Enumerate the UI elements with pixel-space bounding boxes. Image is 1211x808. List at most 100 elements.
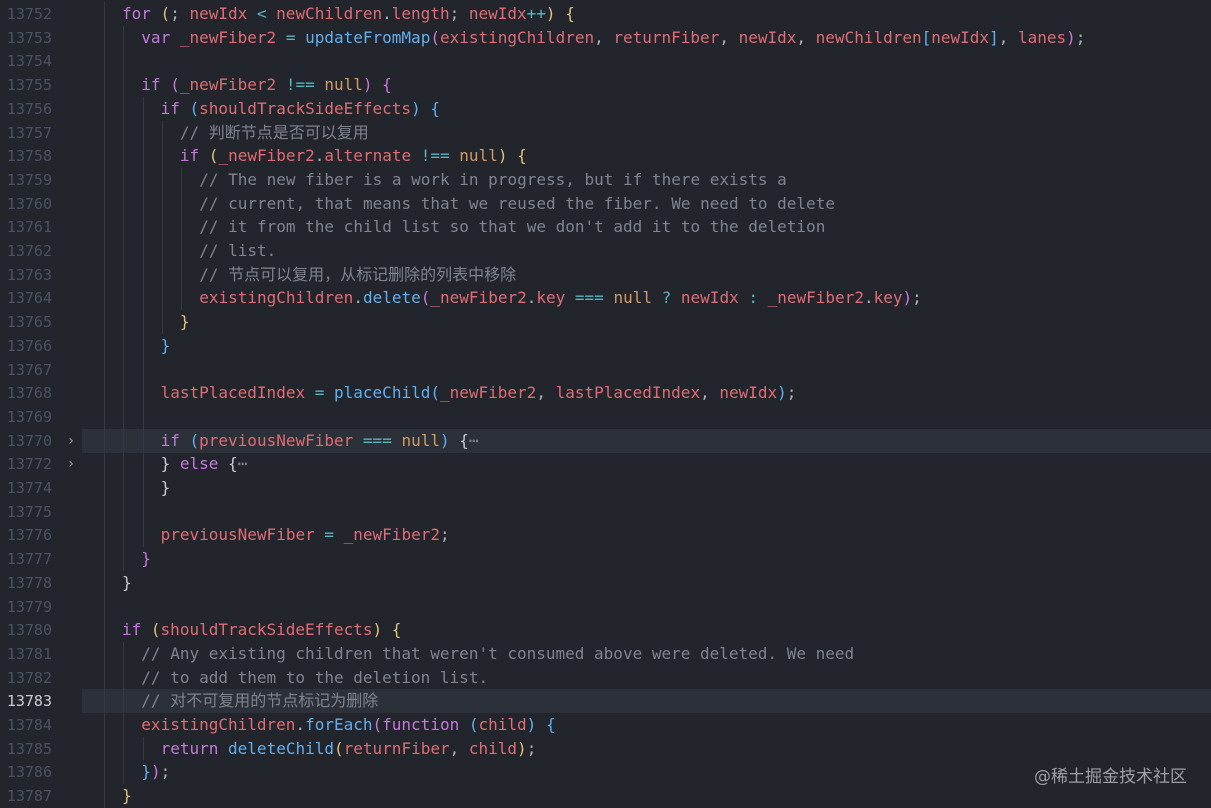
indent-guide bbox=[123, 452, 125, 477]
code-token: for bbox=[122, 4, 151, 23]
code-token: if bbox=[141, 75, 161, 95]
code-line[interactable]: 13755 if (_newFiber2 !== null) { bbox=[0, 73, 1211, 98]
indent-guide bbox=[123, 215, 125, 240]
code-line[interactable]: 13753 var _newFiber2 = updateFromMap(exis… bbox=[0, 25, 1211, 50]
code-line[interactable]: 13779 bbox=[0, 594, 1211, 619]
indent-guide bbox=[104, 689, 105, 714]
code-text: } bbox=[122, 784, 132, 808]
code-line[interactable]: 13787} bbox=[0, 784, 1211, 808]
code-line[interactable]: 13752 for (; newIdx < newChildren.length;… bbox=[0, 2, 1211, 26]
indent-guide bbox=[104, 215, 105, 240]
indent-guide bbox=[104, 191, 105, 216]
code-line[interactable]: 13781 // Any existing children that weren… bbox=[0, 641, 1211, 666]
code-token: ) bbox=[777, 383, 787, 403]
code-line[interactable]: 13759 // The new fiber is a work in progr… bbox=[0, 167, 1211, 192]
line-number: 13774 bbox=[6, 479, 52, 497]
code-line[interactable]: 13769 bbox=[0, 404, 1211, 429]
line-number: 13754 bbox=[6, 52, 52, 71]
line-number: 13763 bbox=[6, 265, 52, 284]
indent-guide bbox=[123, 760, 125, 785]
code-line[interactable]: 13784 existingChildren.forEach(function (… bbox=[0, 713, 1211, 737]
indent-guide bbox=[123, 286, 125, 311]
code-token: null bbox=[459, 146, 498, 166]
indent-guide bbox=[104, 641, 105, 666]
code-line[interactable]: 13764 existingChildren.delete(_newFiber2.… bbox=[0, 286, 1211, 311]
code-token: key bbox=[536, 288, 566, 308]
fold-chevron-icon[interactable]: › bbox=[64, 429, 78, 453]
code-token: } bbox=[160, 454, 171, 474]
fold-chevron-icon[interactable]: › bbox=[64, 452, 78, 476]
code-line[interactable]: 13777} bbox=[0, 547, 1211, 572]
code-token: !== bbox=[285, 75, 315, 95]
code-line[interactable]: 13785 return deleteChild(returnFiber, chi… bbox=[0, 736, 1211, 761]
indent-guide bbox=[161, 215, 163, 240]
code-line[interactable]: 13758 if (_newFiber2.alternate !== null) … bbox=[0, 144, 1211, 169]
code-token: if bbox=[160, 98, 180, 118]
code-line[interactable]: 13786}); bbox=[0, 760, 1211, 785]
code-token: ) bbox=[362, 75, 373, 95]
indent-guide bbox=[142, 428, 144, 453]
code-line[interactable]: 13782 // to add them to the deletion list… bbox=[0, 665, 1211, 690]
code-line[interactable]: 13770 › if (previousNewFiber === null) {⋯ bbox=[0, 428, 1211, 453]
indent-guide bbox=[123, 333, 125, 358]
code-line[interactable]: 13757 // 判断节点是否可以复用 bbox=[0, 120, 1211, 145]
indent-guide bbox=[104, 713, 105, 737]
code-line[interactable]: 13765} bbox=[0, 310, 1211, 335]
code-text: for (; newIdx < newChildren.length; newI… bbox=[122, 2, 575, 26]
code-line[interactable]: 13762 // list. bbox=[0, 239, 1211, 263]
code-token: null bbox=[613, 288, 652, 308]
code-text: previousNewFiber = _newFiber2; bbox=[161, 523, 450, 547]
line-number: 13778 bbox=[6, 573, 52, 592]
code-line[interactable]: 13772 ›} else {⋯ bbox=[0, 452, 1211, 477]
code-token: { bbox=[545, 715, 556, 734]
code-line[interactable]: 13766} bbox=[0, 333, 1211, 358]
indent-guide bbox=[123, 499, 125, 524]
indent-guide bbox=[123, 665, 125, 690]
code-line[interactable]: 13768 lastPlacedIndex = placeChild(_newFi… bbox=[0, 381, 1211, 406]
code-token: ] bbox=[989, 27, 999, 47]
code-line[interactable]: 13754 bbox=[0, 49, 1211, 74]
code-line[interactable]: 13767 bbox=[0, 357, 1211, 382]
code-token: { bbox=[228, 454, 238, 474]
code-line[interactable]: 13763 // 节点可以复用，从标记删除的列表中移除 bbox=[0, 262, 1211, 287]
indent-guide bbox=[181, 262, 183, 287]
code-line[interactable]: 13760 // current, that means that we reus… bbox=[0, 191, 1211, 216]
code-token: _newFiber2 bbox=[343, 525, 440, 545]
indent-guide bbox=[142, 404, 144, 429]
code-token: ( bbox=[430, 383, 440, 403]
code-token: } bbox=[122, 786, 132, 806]
indent-guide bbox=[104, 262, 105, 287]
code-line[interactable]: 13776 previousNewFiber = _newFiber2; bbox=[0, 523, 1211, 548]
code-line[interactable]: 13783 // 对不可复用的节点标记为删除 bbox=[0, 689, 1211, 714]
code-line[interactable]: 13761 // it from the child list so that w… bbox=[0, 215, 1211, 240]
line-number: 13753 bbox=[6, 28, 52, 47]
code-token: ; bbox=[786, 383, 797, 403]
indent-guide bbox=[123, 73, 125, 98]
code-token: ( bbox=[420, 288, 431, 308]
code-token: shouldTrackSideEffects bbox=[199, 98, 412, 118]
line-number: 13757 bbox=[6, 123, 52, 142]
code-line[interactable]: 13774} bbox=[0, 476, 1211, 500]
code-line[interactable]: 13756 if (shouldTrackSideEffects) { bbox=[0, 96, 1211, 121]
line-number: 13787 bbox=[6, 787, 52, 806]
code-line[interactable]: 13780 if (shouldTrackSideEffects) { bbox=[0, 618, 1211, 643]
code-line[interactable]: 13778} bbox=[0, 570, 1211, 595]
code-text: // list. bbox=[199, 239, 276, 263]
code-editor[interactable]: 13752 for (; newIdx < newChildren.length;… bbox=[0, 0, 1211, 808]
code-token: lanes bbox=[1017, 27, 1067, 47]
indent-guide bbox=[104, 523, 105, 548]
indent-guide bbox=[123, 262, 125, 287]
indent-guide bbox=[142, 96, 144, 121]
code-text: var _newFiber2 = updateFromMap(existingC… bbox=[141, 26, 1085, 50]
code-line[interactable]: 13775 bbox=[0, 499, 1211, 524]
code-token: shouldTrackSideEffects bbox=[160, 620, 373, 640]
code-text: } else {⋯ bbox=[161, 452, 248, 476]
code-token: !== bbox=[420, 146, 450, 166]
indent-guide bbox=[142, 499, 144, 524]
code-token: { bbox=[565, 4, 575, 23]
